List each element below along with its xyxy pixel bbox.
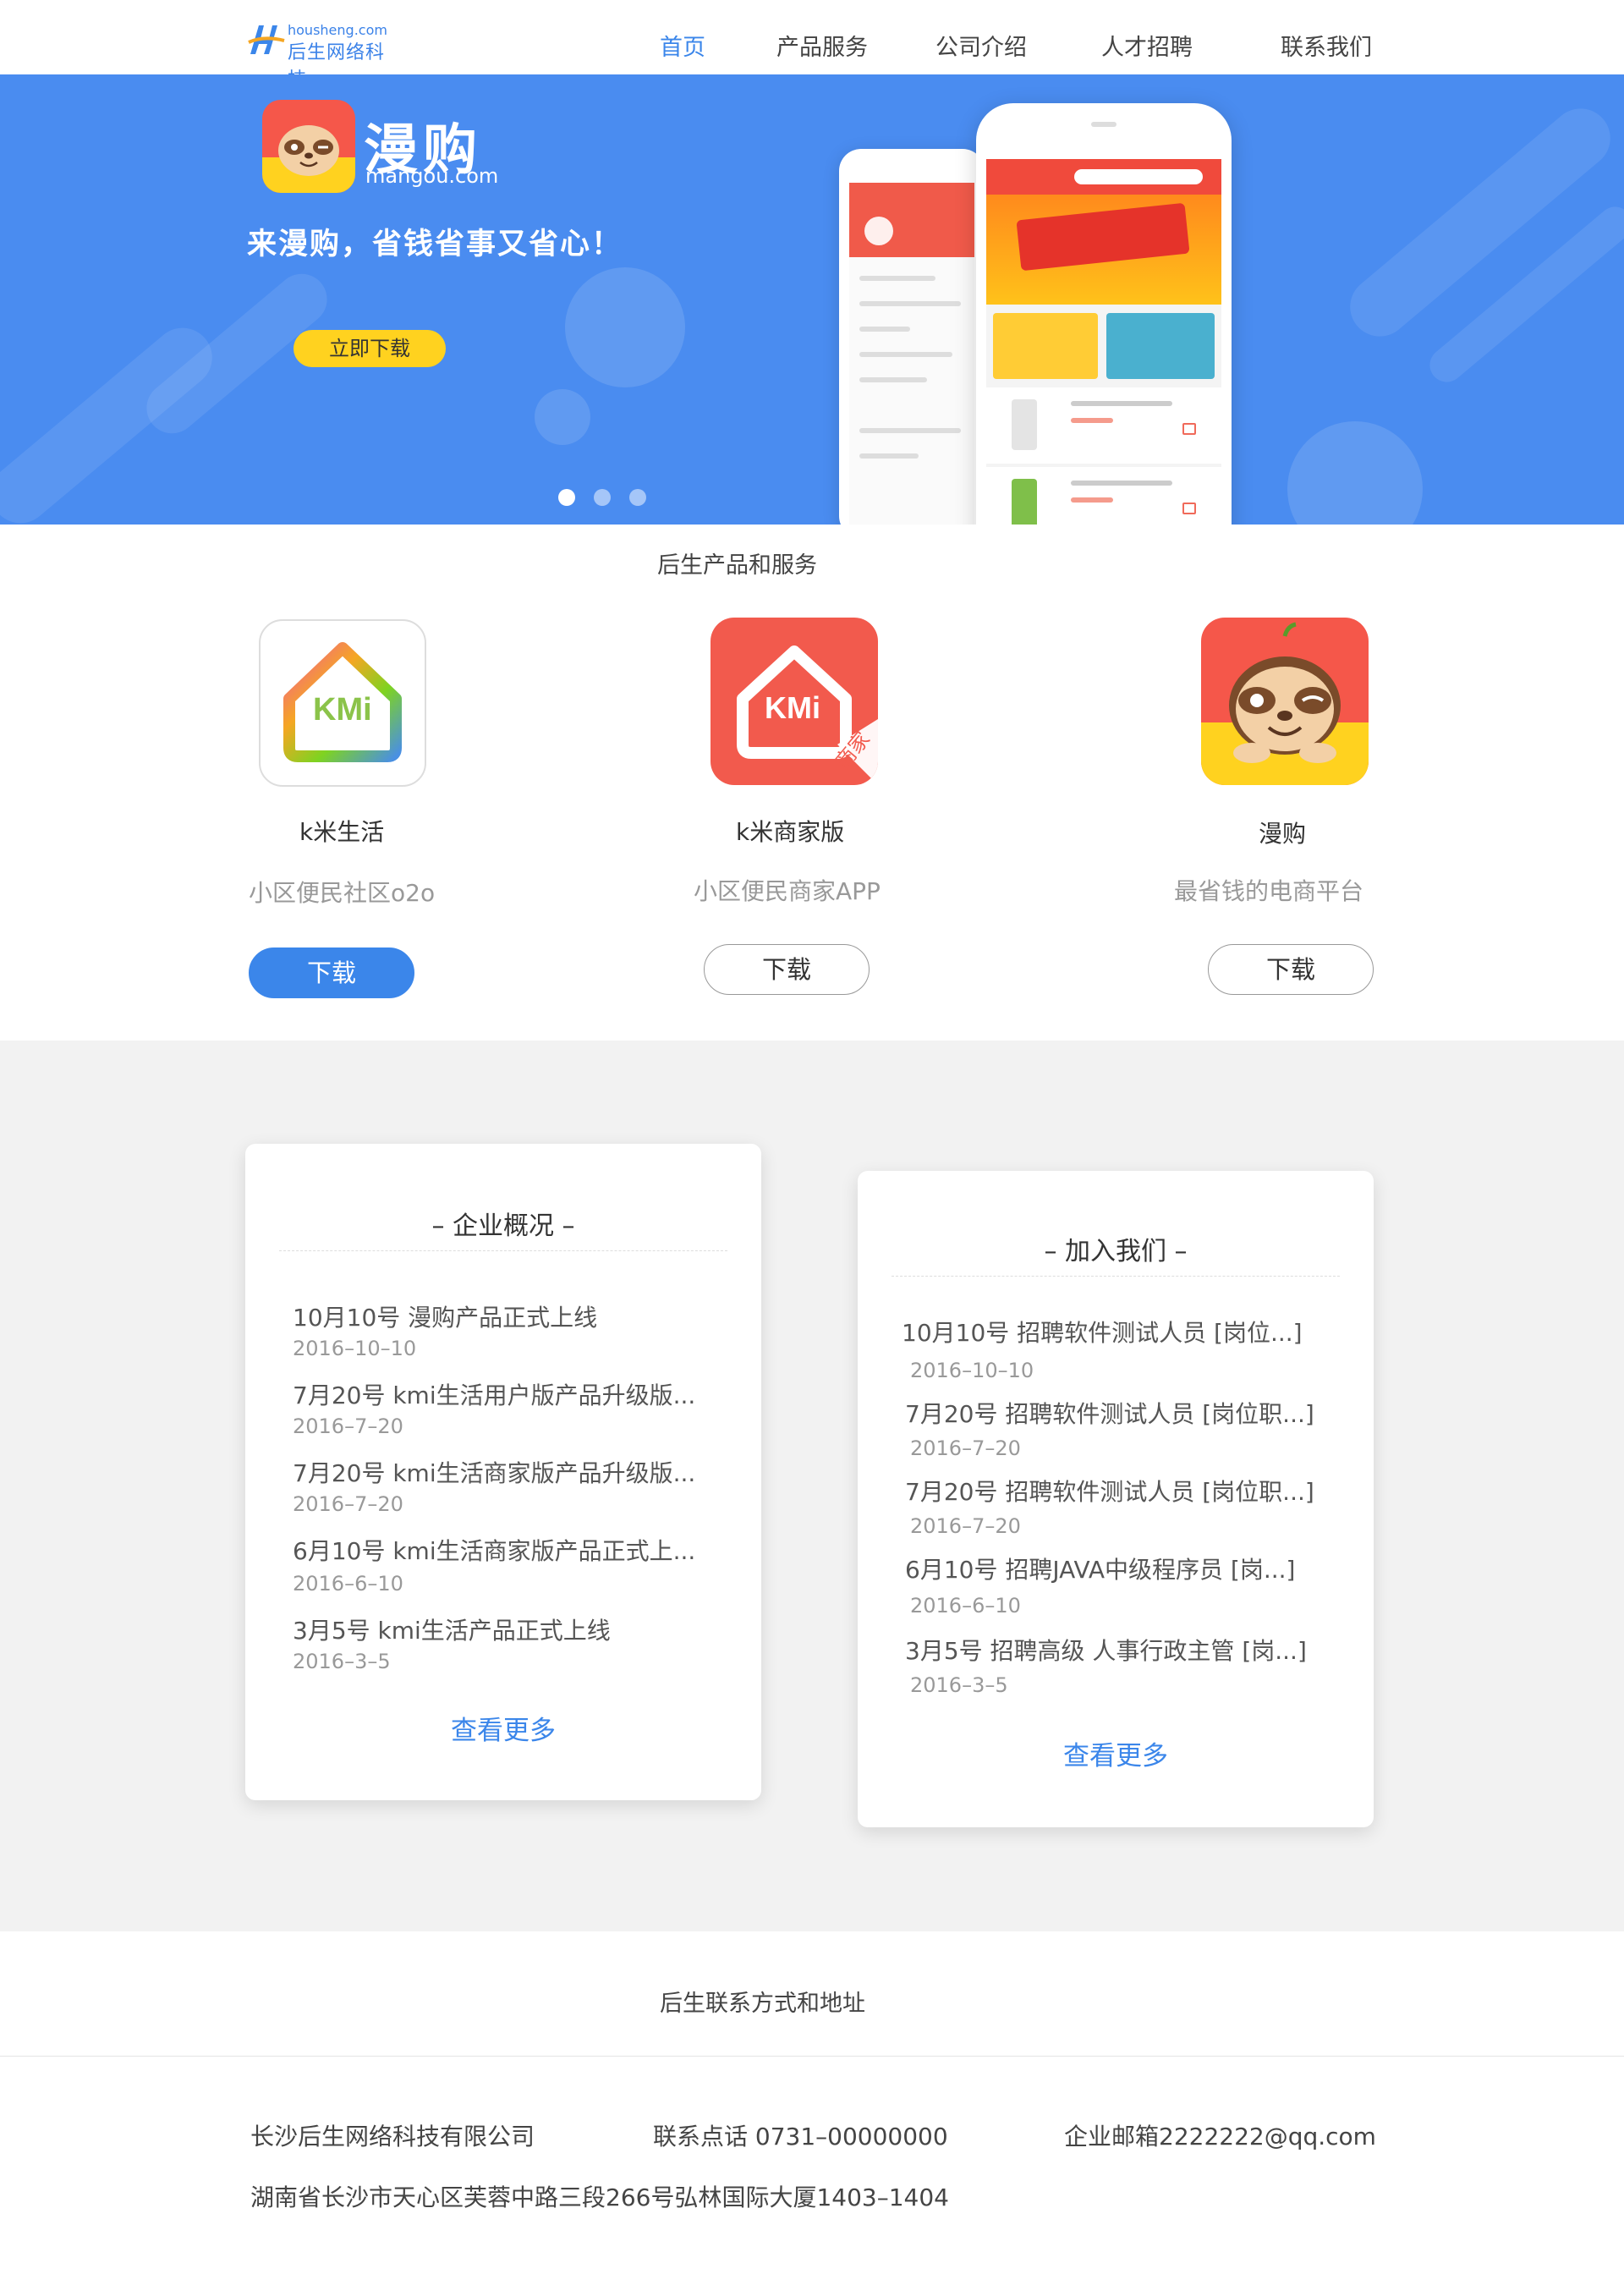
product-desc-mangou: 最省钱的电商平台: [1174, 877, 1364, 905]
job-item-title[interactable]: 3月5号 招聘高级 人事行政主管 [岗...]: [905, 1633, 1307, 1667]
sloth-face-icon: [278, 125, 339, 176]
nav-contact[interactable]: 联系我们: [1281, 29, 1372, 62]
kmi-shop-logo-text: KMi: [765, 690, 820, 725]
kmi-house-icon[interactable]: KMi: [259, 619, 426, 787]
job-item-title[interactable]: 7月20号 招聘软件测试人员 [岗位职...]: [905, 1474, 1314, 1508]
sloth-face-icon: [1229, 622, 1341, 763]
carousel-dot-1[interactable]: [558, 489, 575, 506]
mangou-sloth-icon[interactable]: [1201, 618, 1369, 785]
news-item-title[interactable]: 7月20号 kmi生活用户版产品升级版...: [293, 1377, 695, 1411]
jobs-card-title: – 加入我们 –: [1044, 1237, 1188, 1266]
site-header: housheng.com 后生网络科技 首页 产品服务 公司介绍 人才招聘 联系…: [0, 0, 1624, 91]
carousel-dot-3[interactable]: [629, 489, 646, 506]
news-item-title[interactable]: 10月10号 漫购产品正式上线: [293, 1299, 597, 1333]
nav-careers[interactable]: 人才招聘: [1101, 29, 1193, 62]
products-section-title: 后生产品和服务: [657, 552, 817, 579]
carousel-dot-2[interactable]: [594, 489, 611, 506]
nav-about[interactable]: 公司介绍: [935, 29, 1027, 62]
download-button-mangou[interactable]: 下载: [1208, 944, 1374, 995]
contact-company: 长沙后生网络科技有限公司: [250, 2123, 535, 2150]
job-item-date: 2016–10–10: [910, 1359, 1034, 1382]
product-desc-kmi: 小区便民社区o2o: [249, 879, 436, 907]
product-desc-kmi-shop: 小区便民商家APP: [694, 877, 881, 905]
phone-mockup-back: [839, 149, 985, 525]
contact-section-title: 后生联系方式和地址: [660, 1991, 865, 2017]
logo-domain: housheng.com: [288, 22, 387, 38]
download-button-kmi[interactable]: 下载: [249, 948, 414, 998]
contact-email[interactable]: 企业邮箱2222222@qq.com: [1064, 2118, 1376, 2152]
news-item-date: 2016–7–20: [293, 1492, 403, 1516]
banner-slogan: 来漫购，省钱省事又省心！: [247, 228, 623, 261]
news-card-divider: [279, 1250, 727, 1251]
banner-decor-bubble: [565, 267, 685, 387]
job-item-title[interactable]: 7月20号 招聘软件测试人员 [岗位职...]: [905, 1396, 1314, 1430]
news-item-date: 2016–7–20: [293, 1414, 403, 1438]
kmi-logo-text: KMi: [313, 692, 372, 728]
banner-decor-bubble: [1287, 421, 1423, 525]
job-item-date: 2016–6–10: [910, 1594, 1021, 1618]
company-news-card: – 企业概况 – 10月10号 漫购产品正式上线 2016–10–10 7月20…: [245, 1144, 761, 1800]
banner-brand-url: mangou.com: [365, 164, 499, 188]
product-name-kmi: k米生活: [299, 818, 385, 846]
nav-home[interactable]: 首页: [660, 29, 705, 62]
news-item-date: 2016–6–10: [293, 1572, 403, 1596]
product-name-mangou: 漫购: [1259, 820, 1307, 848]
contact-phone: 联系点话 0731–00000000: [653, 2123, 948, 2150]
news-more-link[interactable]: 查看更多: [245, 1709, 761, 1747]
kmi-shop-icon[interactable]: KMi 商家: [710, 618, 878, 785]
news-jobs-section: [0, 1041, 1624, 1931]
banner-download-button[interactable]: 立即下载: [294, 330, 446, 367]
news-item-title[interactable]: 3月5号 kmi生活产品正式上线: [293, 1612, 611, 1646]
download-button-kmi-shop[interactable]: 下载: [704, 944, 870, 995]
nav-products[interactable]: 产品服务: [776, 29, 868, 62]
news-item-date: 2016–3–5: [293, 1650, 391, 1673]
hero-banner: 漫购 mangou.com 来漫购，省钱省事又省心！ 立即下载: [0, 74, 1624, 525]
mangou-app-logo: [262, 100, 355, 193]
contact-address: 湖南省长沙市天心区芙蓉中路三段266号弘林国际大厦1403–1404: [250, 2183, 949, 2211]
job-item-title[interactable]: 10月10号 招聘软件测试人员 [岗位...]: [902, 1315, 1303, 1348]
product-name-kmi-shop: k米商家版: [736, 818, 845, 846]
job-item-date: 2016–3–5: [910, 1673, 1008, 1697]
news-item-title[interactable]: 6月10号 kmi生活商家版产品正式上...: [293, 1533, 695, 1567]
news-card-title: – 企业概况 –: [431, 1211, 575, 1241]
jobs-card-divider: [892, 1276, 1340, 1277]
join-us-card: – 加入我们 – 10月10号 招聘软件测试人员 [岗位...] 2016–10…: [858, 1171, 1374, 1827]
job-item-date: 2016–7–20: [910, 1436, 1021, 1460]
logo-mark-icon: [248, 25, 285, 54]
phone-mockup-front: [976, 103, 1232, 525]
jobs-more-link[interactable]: 查看更多: [858, 1734, 1374, 1772]
company-logo[interactable]: housheng.com 后生网络科技: [247, 20, 395, 91]
banner-decor-bubble: [535, 389, 590, 445]
job-item-date: 2016–7–20: [910, 1514, 1021, 1538]
job-item-title[interactable]: 6月10号 招聘JAVA中级程序员 [岗...]: [905, 1552, 1295, 1585]
news-item-title[interactable]: 7月20号 kmi生活商家版产品升级版...: [293, 1455, 695, 1489]
contact-divider: [0, 2056, 1624, 2057]
banner-decor-stripe: [1337, 96, 1623, 349]
news-item-date: 2016–10–10: [293, 1337, 417, 1360]
